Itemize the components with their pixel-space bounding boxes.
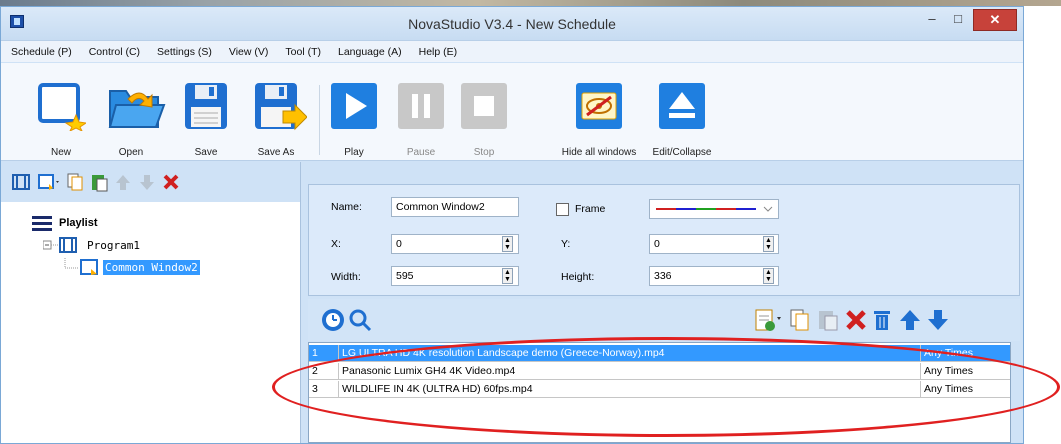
stop-button[interactable]: Stop (449, 81, 519, 158)
play-button[interactable]: Play (319, 81, 389, 158)
table-row[interactable]: 3 WILDLIFE IN 4K (ULTRA HD) 60fps.mp4 An… (309, 381, 1010, 398)
menu-language[interactable]: Language (A) (338, 46, 402, 58)
frame-style-select[interactable] (649, 199, 779, 219)
open-button[interactable]: Open (96, 81, 166, 158)
y-field[interactable]: 0 (649, 234, 779, 254)
row-media-name: Panasonic Lumix GH4 4K Video.mp4 (339, 363, 921, 380)
window-properties-panel: Name: Common Window2 Frame X: 0 ▲ ▼ Y: 0 … (308, 184, 1020, 296)
frame-line-preview-icon (656, 206, 773, 212)
row-media-name: LG ULTRA HD 4K resolution Landscape demo… (339, 345, 921, 362)
tree-node-window[interactable]: Common Window2 (63, 257, 200, 277)
paste-icon[interactable] (89, 172, 109, 192)
window-icon (64, 258, 98, 275)
row-play-times: Any Times (924, 383, 974, 395)
media-list-table: 1 LG ULTRA HD 4K resolution Landscape de… (308, 342, 1011, 443)
height-field[interactable]: 336 (649, 266, 779, 286)
name-label: Name: (331, 201, 362, 213)
stop-icon (459, 81, 509, 131)
copy-media-icon[interactable] (788, 308, 812, 332)
new-button[interactable]: New (26, 81, 96, 158)
move-down-icon[interactable] (137, 172, 157, 192)
tree-label-program: Program1 (87, 238, 140, 252)
add-window-icon[interactable] (37, 172, 59, 192)
search-icon[interactable] (348, 308, 372, 332)
play-icon (329, 81, 379, 131)
hidden-eye-icon (574, 81, 624, 131)
floppy-disk-icon (181, 81, 231, 131)
save-button[interactable]: Save (171, 81, 241, 158)
move-up-icon[interactable] (113, 172, 133, 192)
pause-icon (396, 81, 446, 131)
row-play-times: Any Times (924, 347, 974, 359)
schedule-clock-icon[interactable] (321, 308, 345, 332)
new-schedule-icon (36, 81, 88, 133)
trash-icon[interactable] (870, 308, 894, 332)
pause-button[interactable]: Pause (386, 81, 456, 158)
menu-tool[interactable]: Tool (T) (285, 46, 321, 58)
menu-help[interactable]: Help (E) (419, 46, 458, 58)
width-label: Width: (331, 271, 361, 283)
hide-all-windows-button[interactable]: Hide all windows (559, 81, 639, 158)
title-bar[interactable]: NovaStudio V3.4 - New Schedule – □ ✕ (1, 7, 1023, 40)
folder-open-icon (106, 81, 166, 131)
window-title: NovaStudio V3.4 - New Schedule (408, 16, 616, 32)
x-label: X: (331, 238, 341, 250)
tree-label-window: Common Window2 (103, 259, 200, 275)
frame-checkbox[interactable] (556, 203, 569, 216)
eject-icon (657, 81, 707, 131)
media-toolbar (308, 299, 1020, 341)
height-label: Height: (561, 271, 595, 283)
main-toolbar: New Open Save Save As Play Pause Stop Hi… (1, 63, 1023, 161)
playlist-tree: Playlist Program1 Common Window2 (1, 207, 300, 443)
menu-schedule[interactable]: Schedule (P) (11, 46, 72, 58)
minimize-button[interactable]: – (919, 9, 945, 31)
copy-icon[interactable] (65, 172, 85, 192)
height-spinner[interactable]: ▲ ▼ (763, 268, 774, 284)
app-window: NovaStudio V3.4 - New Schedule – □ ✕ Sch… (0, 6, 1024, 444)
table-row[interactable]: 2 Panasonic Lumix GH4 4K Video.mp4 Any T… (309, 363, 1010, 380)
row-play-times: Any Times (924, 365, 974, 377)
remove-media-icon[interactable] (844, 308, 868, 332)
tree-label-playlist: Playlist (59, 217, 98, 229)
menu-bar: Schedule (P) Control (C) Settings (S) Vi… (1, 40, 1023, 62)
y-label: Y: (561, 238, 571, 250)
program-icon (43, 237, 77, 253)
list-icon (32, 216, 52, 231)
row-index: 1 (309, 345, 339, 362)
name-field[interactable]: Common Window2 (391, 197, 519, 217)
menu-settings[interactable]: Settings (S) (157, 46, 212, 58)
table-row[interactable]: 1 LG ULTRA HD 4K resolution Landscape de… (309, 345, 1010, 362)
move-media-up-icon[interactable] (898, 308, 922, 332)
paste-media-icon[interactable] (816, 308, 840, 332)
x-field[interactable]: 0 (391, 234, 519, 254)
x-spinner[interactable]: ▲ ▼ (502, 236, 513, 252)
maximize-button[interactable]: □ (945, 9, 971, 31)
add-media-icon[interactable] (754, 308, 781, 332)
save-as-button[interactable]: Save As (241, 81, 311, 158)
tree-node-program[interactable]: Program1 (43, 235, 140, 255)
move-media-down-icon[interactable] (926, 308, 950, 332)
width-field[interactable]: 595 (391, 266, 519, 286)
playlist-panel: Playlist Program1 Common Window2 (1, 162, 301, 443)
menu-view[interactable]: View (V) (229, 46, 268, 58)
menu-control[interactable]: Control (C) (89, 46, 140, 58)
edit-collapse-button[interactable]: Edit/Collapse (647, 81, 717, 158)
tree-node-playlist[interactable]: Playlist (31, 213, 98, 233)
row-index: 2 (309, 363, 339, 380)
width-spinner[interactable]: ▲ ▼ (502, 268, 513, 284)
close-button[interactable]: ✕ (973, 9, 1017, 31)
frame-label: Frame (575, 203, 606, 215)
save-as-icon (251, 81, 308, 131)
delete-icon[interactable] (161, 172, 181, 192)
row-index: 3 (309, 381, 339, 398)
y-spinner[interactable]: ▲ ▼ (763, 236, 774, 252)
playlist-toolbar (1, 162, 300, 202)
row-media-name: WILDLIFE IN 4K (ULTRA HD) 60fps.mp4 (339, 381, 921, 398)
add-program-icon[interactable] (11, 172, 31, 192)
